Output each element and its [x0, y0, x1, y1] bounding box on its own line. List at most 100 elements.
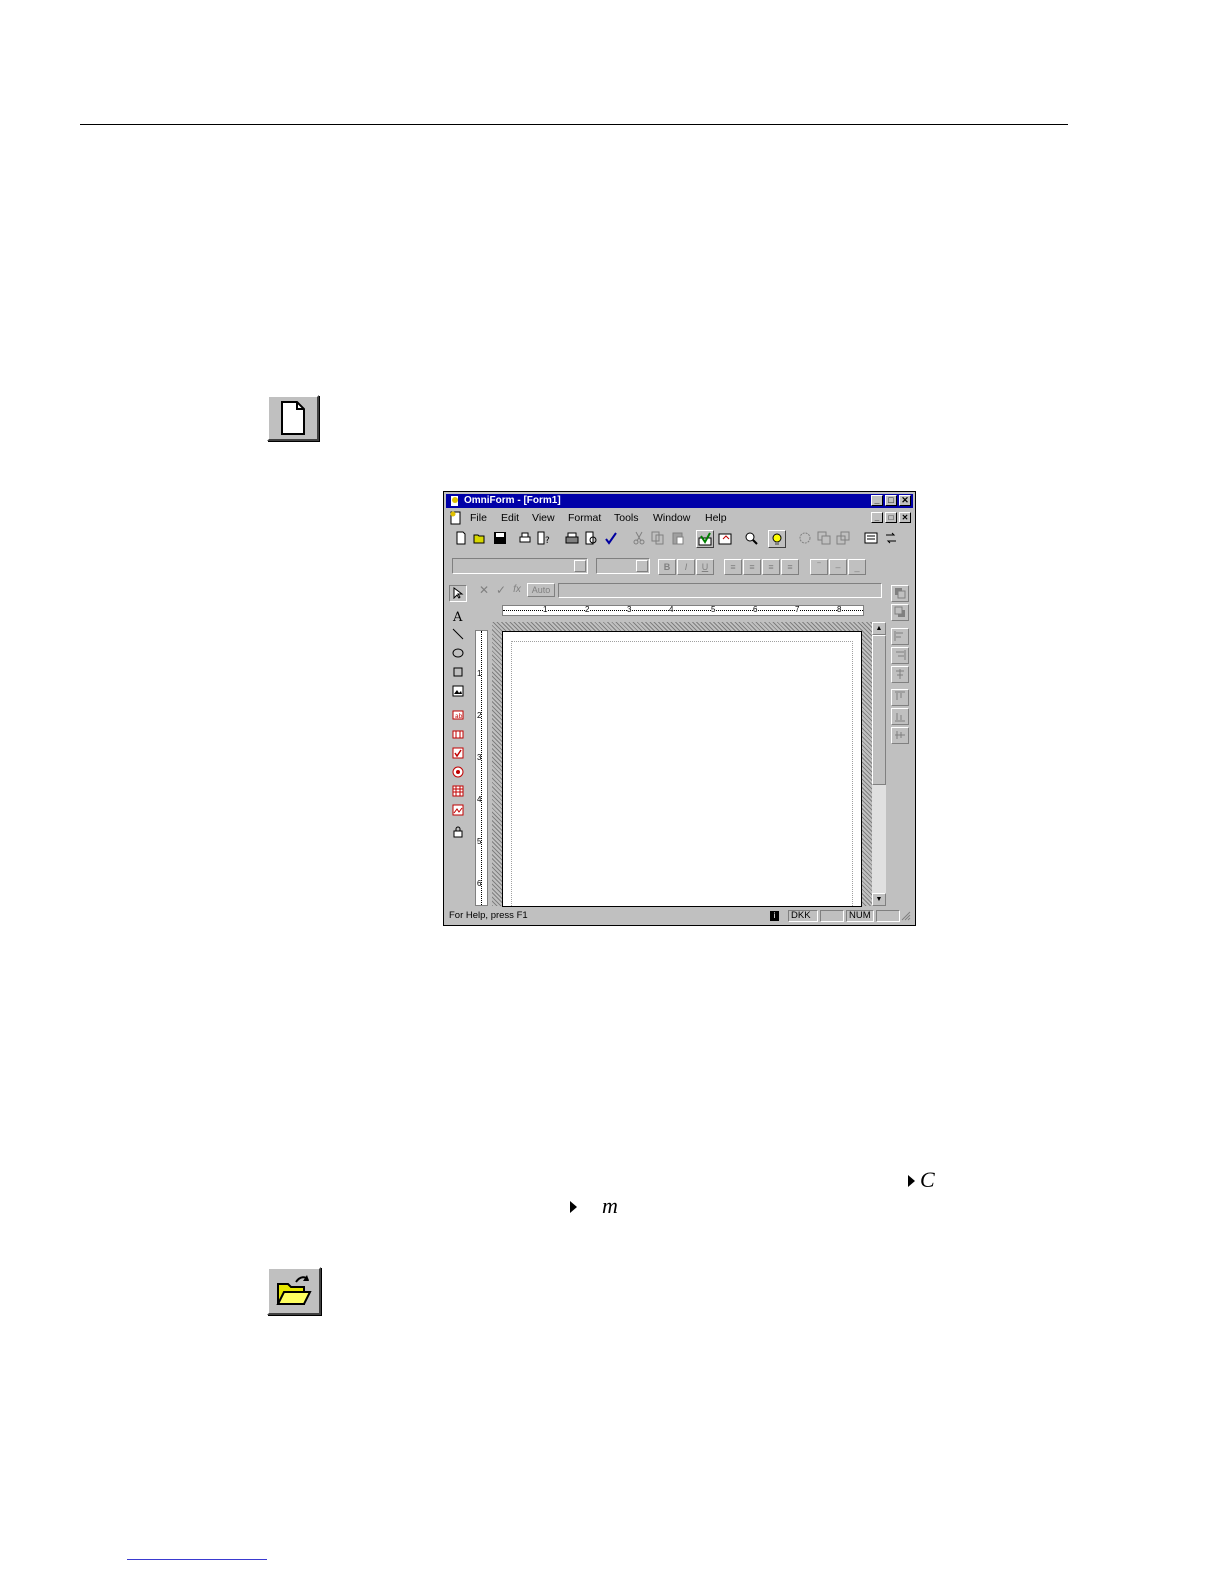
valign-bottom-button[interactable]: _ [848, 559, 866, 575]
scroll-thumb[interactable] [872, 635, 886, 785]
help-doc-button[interactable]: ? [535, 530, 553, 548]
menu-bar: File Edit View Format Tools Window Help … [446, 510, 913, 526]
font-name-combo[interactable] [452, 558, 588, 574]
open-button[interactable] [471, 530, 489, 548]
image-field-icon [452, 804, 464, 816]
chevron-down-icon[interactable] [636, 560, 648, 572]
svg-text:ab: ab [455, 713, 463, 720]
line-tool[interactable] [449, 627, 467, 644]
send-backward-button[interactable] [891, 604, 909, 621]
status-help-text: For Help, press F1 [449, 910, 528, 921]
status-bar: For Help, press F1 i DKK NUM [446, 909, 913, 923]
form-page[interactable] [502, 631, 862, 907]
group-button[interactable] [796, 530, 814, 548]
bring-forward-button[interactable] [891, 585, 909, 602]
menu-edit[interactable]: Edit [501, 512, 519, 524]
menu-help[interactable]: Help [705, 512, 727, 524]
menu-view[interactable]: View [532, 512, 555, 524]
tab-order-button[interactable] [882, 530, 900, 548]
text-tool[interactable]: A [449, 608, 467, 625]
vertical-scrollbar[interactable]: ▲ ▼ [872, 622, 886, 906]
design-mode-button[interactable] [696, 530, 714, 548]
send-back-button[interactable] [834, 530, 852, 548]
print-preview-button[interactable] [582, 530, 600, 548]
save-button[interactable] [491, 530, 509, 548]
align-bottoms-button[interactable] [891, 708, 909, 725]
align-right-edges-button[interactable] [891, 647, 909, 664]
svg-text:?: ? [545, 536, 550, 545]
doc-close-button[interactable]: ✕ [899, 512, 911, 523]
scroll-up-icon[interactable]: ▲ [872, 622, 886, 635]
align-centers-button[interactable] [891, 666, 909, 683]
status-panel-empty [820, 910, 844, 922]
print-setup-button[interactable] [516, 530, 534, 548]
rectangle-icon [453, 667, 463, 677]
menu-window[interactable]: Window [653, 512, 690, 524]
radio-tool[interactable] [449, 765, 467, 782]
valign-middle-button[interactable]: – [829, 559, 847, 575]
bold-button[interactable]: B [658, 559, 676, 575]
align-center-button[interactable]: ≡ [743, 559, 761, 575]
rectangle-tool[interactable] [449, 665, 467, 682]
align-left-edges-button[interactable] [891, 628, 909, 645]
new-document-button[interactable] [267, 395, 319, 441]
fill-mode-button[interactable] [716, 530, 734, 548]
align-middles-button[interactable] [891, 727, 909, 744]
info-icon: i [770, 911, 779, 921]
form-properties-button[interactable] [862, 530, 880, 548]
print-button[interactable] [563, 530, 581, 548]
valign-top-button[interactable]: ‾ [810, 559, 828, 575]
menu-format[interactable]: Format [568, 512, 601, 524]
scroll-down-icon[interactable]: ▼ [872, 893, 886, 906]
paste-button[interactable] [669, 530, 687, 548]
image-tool[interactable] [449, 684, 467, 701]
svg-text:A: A [452, 610, 463, 623]
underline-button[interactable]: U [696, 559, 714, 575]
menu-arrow-icon [908, 1175, 915, 1187]
cut-button[interactable] [630, 530, 648, 548]
open-folder-icon [276, 1275, 312, 1305]
font-size-combo[interactable] [596, 558, 650, 574]
cancel-entry-icon[interactable]: ✕ [477, 583, 491, 597]
tips-button[interactable] [768, 530, 786, 548]
header-rule [80, 124, 1068, 125]
function-icon[interactable]: fx [510, 583, 524, 597]
help-document-icon: ? [537, 531, 550, 545]
ruler-label: 6 [753, 605, 758, 614]
menu-tools[interactable]: Tools [614, 512, 639, 524]
accept-entry-icon[interactable]: ✓ [494, 583, 508, 597]
text-field-tool[interactable]: ab [449, 708, 467, 725]
formula-input[interactable] [558, 583, 882, 598]
align-right-button[interactable]: ≡ [762, 559, 780, 575]
image-field-tool[interactable] [449, 803, 467, 820]
ruler-label: 1 [477, 669, 482, 678]
bring-front-button[interactable] [815, 530, 833, 548]
maximize-button[interactable]: □ [885, 495, 897, 506]
align-left-button[interactable]: ≡ [724, 559, 742, 575]
resize-grip-icon[interactable] [901, 911, 911, 921]
doc-restore-button[interactable]: □ [885, 512, 897, 523]
copy-button[interactable] [649, 530, 667, 548]
lock-tool[interactable] [449, 825, 467, 842]
auto-button[interactable]: Auto [527, 583, 555, 597]
minimize-button[interactable]: _ [871, 495, 883, 506]
ruler-label: 5 [477, 837, 482, 846]
form-canvas-area [492, 622, 872, 907]
menu-file[interactable]: File [470, 512, 487, 524]
new-button[interactable] [452, 530, 470, 548]
doc-minimize-button[interactable]: _ [871, 512, 883, 523]
select-tool[interactable] [449, 585, 467, 602]
italic-button[interactable]: I [677, 559, 695, 575]
comb-field-tool[interactable] [449, 727, 467, 744]
spell-check-button[interactable] [602, 530, 620, 548]
checkbox-tool[interactable] [449, 746, 467, 763]
chevron-down-icon[interactable] [574, 560, 586, 572]
justify-button[interactable]: ≡ [781, 559, 799, 575]
menu-path-fragment: m [602, 1193, 618, 1218]
table-tool[interactable] [449, 784, 467, 801]
open-form-button[interactable] [267, 1267, 321, 1315]
align-tops-button[interactable] [891, 689, 909, 706]
ellipse-tool[interactable] [449, 646, 467, 663]
close-button[interactable]: ✕ [899, 495, 911, 506]
zoom-button[interactable] [742, 530, 760, 548]
